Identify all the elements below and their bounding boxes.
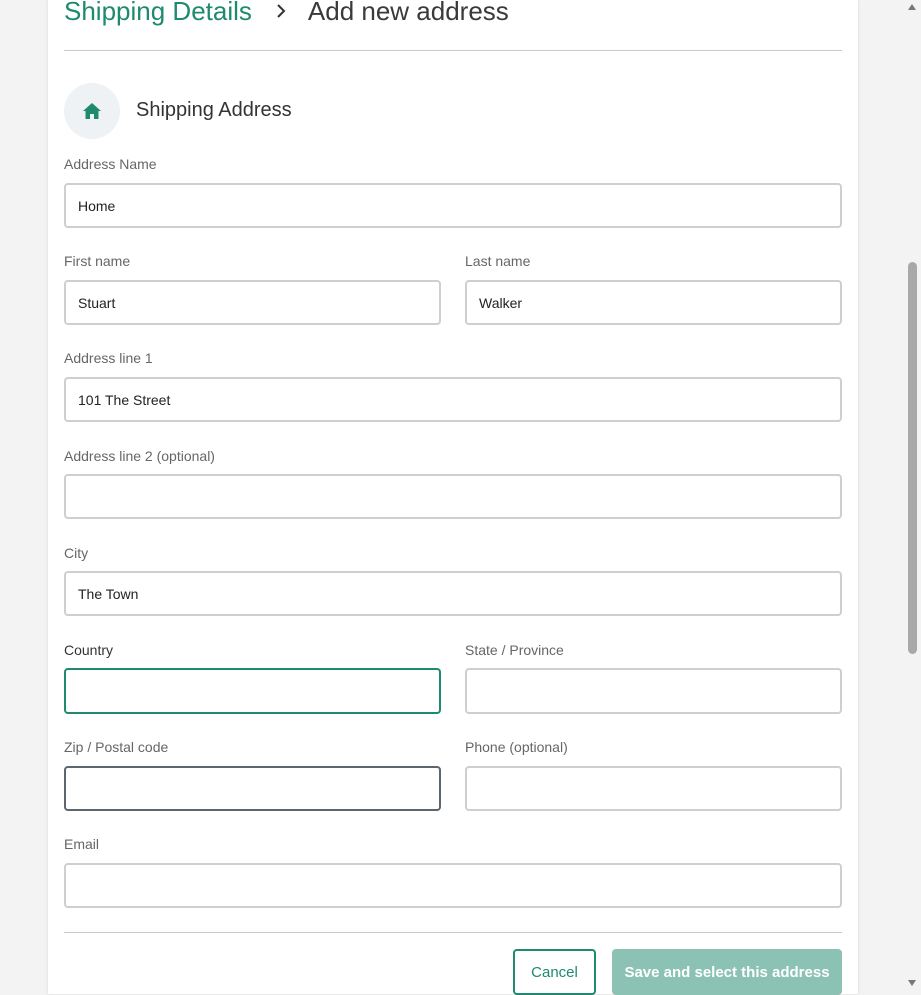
save-and-select-address-button[interactable]: Save and select this address (612, 949, 842, 995)
first-name-label: First name (64, 253, 131, 269)
scrollbar-thumb[interactable] (908, 262, 917, 654)
address-name-input[interactable] (64, 183, 842, 228)
section-title: Shipping Address (136, 99, 292, 121)
state-province-input[interactable] (465, 668, 842, 714)
breadcrumb: Shipping Details Add new address (64, 0, 509, 28)
country-label: Country (64, 642, 114, 658)
email-label: Email (64, 836, 100, 852)
zip-postal-input[interactable] (64, 766, 441, 811)
address-line1-label: Address line 1 (64, 350, 153, 366)
footer-divider (64, 932, 842, 933)
phone-input[interactable] (465, 766, 842, 811)
cancel-button[interactable]: Cancel (513, 949, 596, 995)
country-input[interactable] (64, 668, 441, 714)
address-line2-input[interactable] (64, 474, 842, 519)
city-label: City (64, 545, 89, 561)
scroll-down-arrow-icon[interactable] (908, 980, 916, 986)
last-name-input[interactable] (465, 280, 842, 325)
home-icon (83, 103, 101, 119)
state-province-label: State / Province (465, 642, 564, 658)
first-name-input[interactable] (64, 280, 441, 325)
page-title: Add new address (307, 0, 509, 26)
last-name-label: Last name (465, 253, 531, 269)
address-line2-label: Address line 2 (optional) (64, 448, 215, 464)
chevron-right-icon (276, 4, 286, 18)
zip-postal-label: Zip / Postal code (64, 739, 169, 755)
phone-label: Phone (optional) (465, 739, 568, 755)
breadcrumb-shipping-details-link[interactable]: Shipping Details (64, 0, 252, 27)
scroll-up-arrow-icon[interactable] (908, 4, 916, 10)
city-input[interactable] (64, 571, 842, 616)
header-divider (64, 50, 842, 51)
vertical-scrollbar[interactable] (904, 0, 921, 994)
section-icon-badge (64, 83, 120, 139)
email-input[interactable] (64, 863, 842, 908)
address-name-label: Address Name (64, 156, 157, 172)
address-line1-input[interactable] (64, 377, 842, 422)
